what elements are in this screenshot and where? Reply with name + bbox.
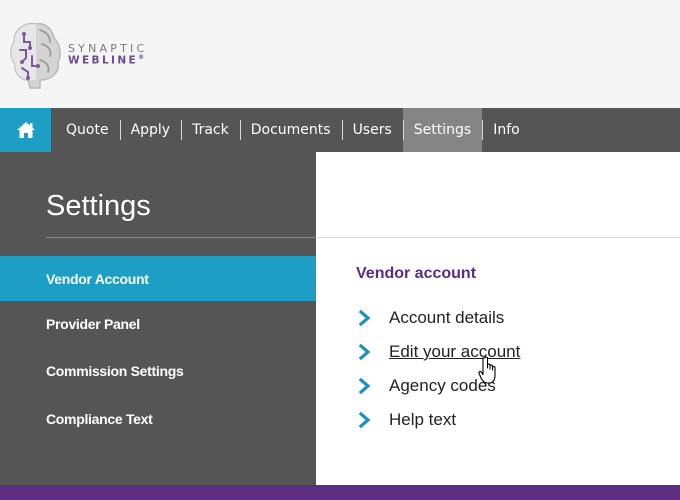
hand-pointer-cursor-icon <box>478 356 496 384</box>
sidebar-item-vendor-account[interactable]: Vendor Account <box>0 256 316 301</box>
footer-bar <box>0 485 680 500</box>
nav-item-label: Track <box>192 122 229 138</box>
brand-line-2: WEBLINE® <box>68 54 147 67</box>
sidebar-item-provider-panel[interactable]: Provider Panel <box>0 301 316 346</box>
nav-item-track[interactable]: Track <box>181 108 240 152</box>
nav-item-quote[interactable]: Quote <box>51 108 120 152</box>
nav-item-label: Quote <box>66 122 109 138</box>
brand-logo[interactable]: SYNAPTIC WEBLINE® <box>8 18 147 92</box>
main-nav: Quote Apply Track Documents Users Settin… <box>0 108 680 152</box>
home-icon <box>16 122 35 138</box>
nav-item-label: Info <box>493 122 520 138</box>
brand-wordmark: SYNAPTIC WEBLINE® <box>68 43 147 66</box>
sidebar-divider <box>46 237 316 238</box>
link-agency-codes[interactable]: Agency codes <box>358 374 496 398</box>
link-help-text[interactable]: Help text <box>358 408 456 432</box>
brand-line-1: SYNAPTIC <box>68 42 148 56</box>
nav-item-users[interactable]: Users <box>341 108 403 152</box>
chevron-right-icon <box>358 378 371 394</box>
link-label: Account details <box>389 308 505 327</box>
sidebar-item-label: Vendor Account <box>46 270 149 287</box>
brand-name: WEBLINE <box>68 54 139 67</box>
settings-sidebar: Settings Vendor Account Provider Panel C… <box>0 152 316 485</box>
link-account-details[interactable]: Account details <box>358 306 504 330</box>
section-heading: Vendor account <box>356 265 477 282</box>
sidebar-item-commission-settings[interactable]: Commission Settings <box>0 348 316 393</box>
nav-item-settings[interactable]: Settings <box>402 108 483 152</box>
chevron-right-icon <box>358 344 371 360</box>
nav-item-documents[interactable]: Documents <box>239 108 342 152</box>
chevron-right-icon <box>358 310 371 326</box>
brain-logo-icon <box>10 22 61 89</box>
nav-item-label: Users <box>352 122 392 138</box>
nav-item-label: Apply <box>130 122 171 138</box>
link-label: Help text <box>389 410 457 429</box>
nav-item-info[interactable]: Info <box>482 108 531 152</box>
sidebar-item-label: Provider Panel <box>46 315 140 332</box>
sidebar-title: Settings <box>46 190 151 222</box>
app-header: SYNAPTIC WEBLINE® <box>0 0 680 108</box>
nav-home-button[interactable] <box>0 108 51 152</box>
nav-item-label: Documents <box>250 122 331 138</box>
nav-item-label: Settings <box>413 122 472 138</box>
nav-item-apply[interactable]: Apply <box>119 108 182 152</box>
registered-mark: ® <box>138 54 145 62</box>
sidebar-item-label: Compliance Text <box>46 410 153 427</box>
sidebar-item-compliance-text[interactable]: Compliance Text <box>0 396 316 441</box>
sidebar-item-label: Commission Settings <box>46 362 184 379</box>
content-divider <box>316 237 680 238</box>
chevron-right-icon <box>358 412 371 428</box>
